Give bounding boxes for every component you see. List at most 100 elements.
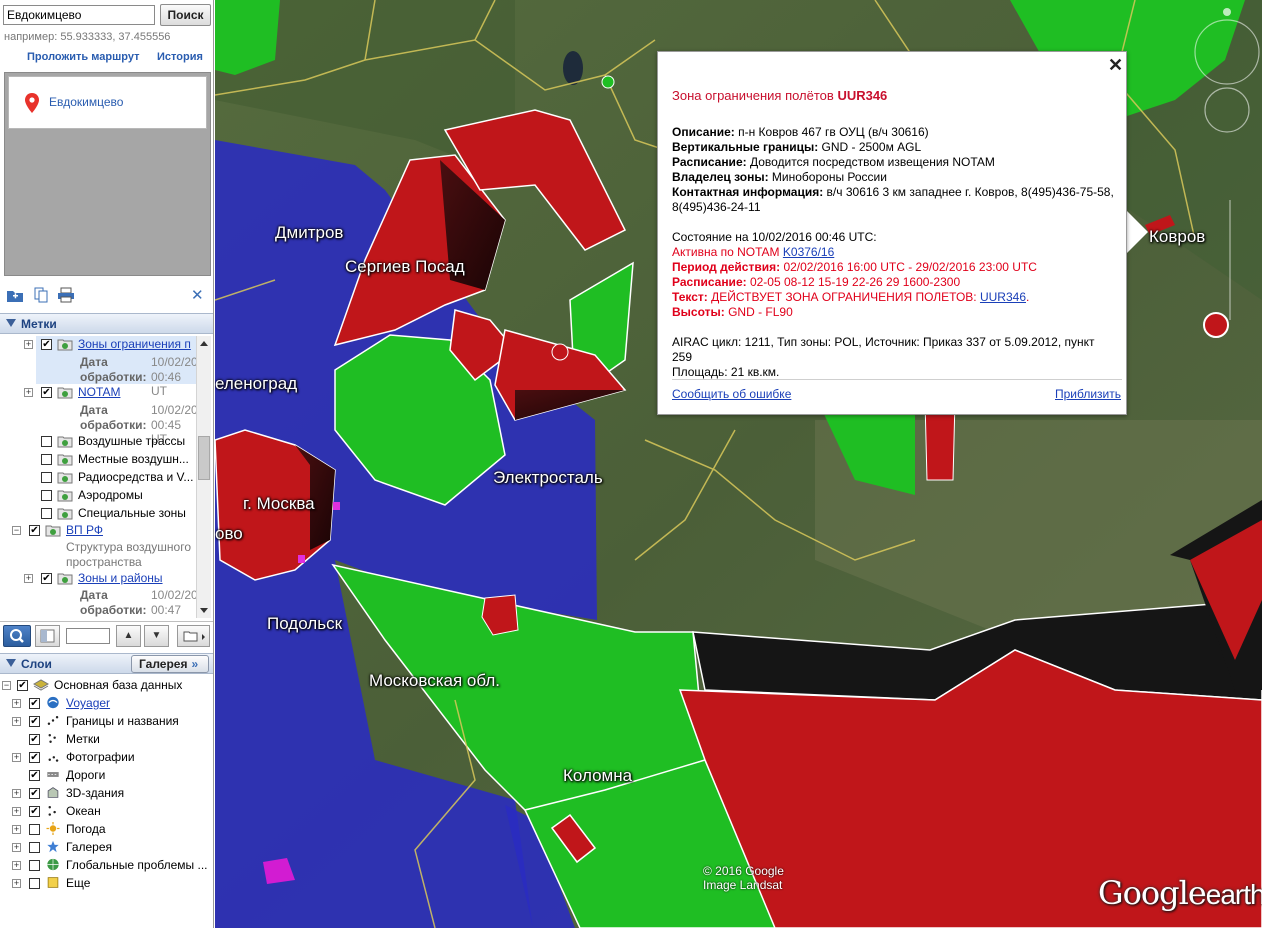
layer-places[interactable]: Метки — [66, 732, 100, 749]
city-label-dmitrov: Дмитров — [275, 223, 344, 242]
tree-item-radio[interactable]: Радиосредства и V... — [78, 470, 193, 487]
layer-3d-buildings[interactable]: 3D-здания — [66, 786, 124, 803]
search-input[interactable] — [3, 5, 155, 25]
layer-voyager[interactable]: Voyager — [66, 696, 110, 713]
checkbox[interactable] — [41, 472, 52, 483]
city-label-podolsk: Подольск — [267, 614, 343, 633]
tree-item-notam[interactable]: NOTAM — [78, 385, 120, 402]
red-zone-dot[interactable] — [551, 343, 569, 361]
expand-icon[interactable]: + — [12, 843, 21, 852]
collapse-icon[interactable]: − — [12, 526, 21, 535]
search-result-item[interactable]: Евдокимцево — [8, 76, 207, 129]
collapse-icon[interactable]: − — [2, 681, 11, 690]
show-hide-panel-button[interactable] — [35, 625, 60, 647]
layer-roads[interactable]: Дороги — [66, 768, 105, 785]
add-folder-icon[interactable] — [6, 287, 24, 303]
zone-link[interactable]: UUR346 — [980, 290, 1026, 304]
layer-weather[interactable]: Погода — [66, 822, 106, 839]
expand-icon[interactable]: + — [12, 753, 21, 762]
places-header[interactable]: Метки — [0, 313, 213, 334]
notam-link[interactable]: K0376/16 — [783, 245, 834, 259]
scroll-up-icon[interactable] — [200, 341, 208, 346]
scroll-down-icon[interactable] — [200, 608, 208, 613]
checkbox[interactable] — [29, 824, 40, 835]
print-icon[interactable] — [57, 287, 75, 303]
history-link[interactable]: История — [157, 51, 203, 63]
red-zone-dot[interactable] — [1203, 312, 1229, 338]
expand-icon[interactable]: + — [24, 340, 33, 349]
checkbox[interactable]: ✔ — [41, 339, 52, 350]
folder-menu-button[interactable] — [177, 625, 210, 647]
checkbox[interactable]: ✔ — [17, 680, 28, 691]
checkbox[interactable] — [29, 860, 40, 871]
checkbox[interactable]: ✔ — [29, 770, 40, 781]
tree-item-special-zones[interactable]: Специальные зоны — [78, 506, 186, 523]
gallery-button[interactable]: Галерея» — [131, 655, 209, 673]
network-folder-icon — [57, 508, 73, 520]
city-label-odintsovo: ово — [215, 524, 243, 543]
checkbox[interactable]: ✔ — [29, 716, 40, 727]
tree-item-local-airspace[interactable]: Местные воздушн... — [78, 452, 189, 469]
checkbox[interactable] — [41, 490, 52, 501]
meta-value: 00:47 UT — [151, 603, 182, 618]
meta-value: 10/02/20 — [151, 588, 198, 602]
network-folder-icon — [57, 436, 73, 448]
expand-icon[interactable]: + — [12, 699, 21, 708]
move-down-button[interactable]: ▼ — [144, 625, 169, 647]
layer-more[interactable]: Еще — [66, 876, 90, 893]
tree-item-airways[interactable]: Воздушные трассы — [78, 434, 185, 451]
checkbox[interactable] — [29, 878, 40, 889]
expand-icon[interactable]: + — [12, 825, 21, 834]
north-indicator-icon[interactable] — [1223, 8, 1231, 16]
zoom-in-link[interactable]: Приблизить — [1055, 387, 1121, 401]
expand-icon[interactable]: + — [24, 388, 33, 397]
route-link[interactable]: Проложить маршрут — [27, 51, 139, 63]
checkbox[interactable] — [41, 508, 52, 519]
layer-borders[interactable]: Границы и названия — [66, 714, 179, 731]
layer-ocean[interactable]: Океан — [66, 804, 101, 821]
checkbox[interactable]: ✔ — [29, 698, 40, 709]
checkbox[interactable]: ✔ — [41, 387, 52, 398]
close-icon[interactable]: ✕ — [191, 286, 204, 304]
search-places-button[interactable] — [3, 625, 31, 647]
layers-header[interactable]: Слои Галерея» — [0, 653, 213, 674]
checkbox[interactable]: ✔ — [29, 788, 40, 799]
checkbox[interactable]: ✔ — [29, 752, 40, 763]
close-icon[interactable]: ✕ — [1108, 56, 1123, 74]
places-bottom-toolbar: ▲ ▼ — [0, 621, 213, 649]
places-title: Метки — [21, 317, 57, 331]
layer-photos[interactable]: Фотографии — [66, 750, 135, 767]
tree-item-zones-regions[interactable]: Зоны и районы — [78, 571, 163, 588]
scroll-thumb[interactable] — [198, 436, 210, 480]
checkbox[interactable]: ✔ — [41, 573, 52, 584]
expand-icon[interactable]: + — [12, 807, 21, 816]
layer-primary-db[interactable]: Основная база данных — [54, 678, 182, 695]
tree-item-restricted-zones[interactable]: Зоны ограничения п — [78, 337, 191, 354]
photos-icon — [48, 756, 59, 762]
checkbox[interactable] — [41, 454, 52, 465]
expand-icon[interactable]: + — [24, 574, 33, 583]
layer-gallery[interactable]: Галерея — [66, 840, 112, 857]
checkbox[interactable]: ✔ — [29, 806, 40, 817]
layer-global-issues[interactable]: Глобальные проблемы ... — [66, 858, 208, 875]
green-dot[interactable] — [601, 75, 615, 89]
collapse-triangle-icon[interactable] — [6, 319, 16, 327]
checkbox[interactable] — [41, 436, 52, 447]
checkbox[interactable]: ✔ — [29, 734, 40, 745]
checkbox[interactable] — [29, 842, 40, 853]
collapse-triangle-icon[interactable] — [6, 659, 16, 667]
expand-icon[interactable]: + — [12, 861, 21, 870]
report-error-link[interactable]: Сообщить об ошибке — [672, 387, 791, 401]
copy-icon[interactable] — [32, 287, 50, 303]
checkbox[interactable]: ✔ — [29, 525, 40, 536]
expand-icon[interactable]: + — [12, 717, 21, 726]
search-button[interactable]: Поиск — [160, 4, 211, 26]
tree-item-vp-rf[interactable]: ВП РФ — [66, 523, 103, 540]
opacity-slider[interactable] — [66, 628, 110, 644]
tree-item-airfields[interactable]: Аэродромы — [78, 488, 143, 505]
expand-icon[interactable]: + — [12, 789, 21, 798]
voyager-icon — [47, 696, 59, 709]
expand-icon[interactable]: + — [12, 879, 21, 888]
move-up-button[interactable]: ▲ — [116, 625, 141, 647]
places-scrollbar[interactable] — [196, 336, 211, 618]
